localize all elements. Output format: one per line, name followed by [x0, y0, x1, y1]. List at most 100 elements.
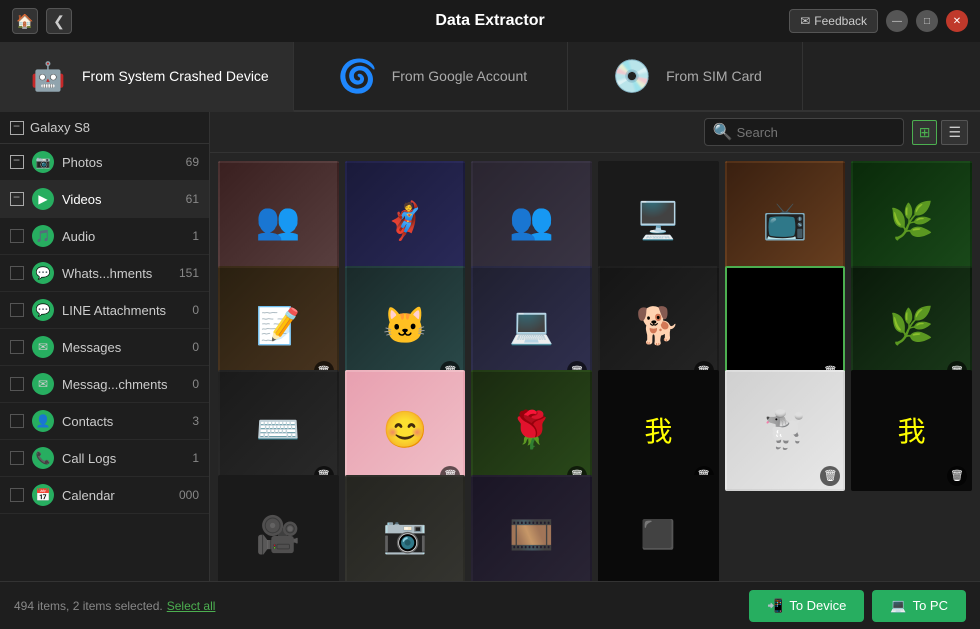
- whatsapp-label: Whats...hments: [62, 266, 171, 281]
- main-layout: Galaxy S8 📷 Photos 69 ▶ Videos 61 🎵 Audi…: [0, 112, 980, 581]
- tab-sim-card[interactable]: 💿 From SIM Card: [568, 42, 803, 110]
- grid-item[interactable]: 👥: [218, 161, 339, 282]
- messagechments-count: 0: [192, 377, 199, 391]
- line-checkbox[interactable]: [10, 303, 24, 317]
- grid-item[interactable]: 🦸: [345, 161, 466, 282]
- device-label: Galaxy S8: [30, 120, 90, 135]
- calendar-label: Calendar: [62, 488, 171, 503]
- tab-crashed-device[interactable]: 🤖 From System Crashed Device: [0, 42, 294, 112]
- action-buttons: 📲 To Device 💻 To PC: [749, 590, 966, 622]
- calllogs-checkbox[interactable]: [10, 451, 24, 465]
- grid-item[interactable]: 🐕 🗑: [598, 266, 719, 387]
- search-icon: 🔍: [713, 122, 733, 142]
- sidebar: Galaxy S8 📷 Photos 69 ▶ Videos 61 🎵 Audi…: [0, 112, 210, 581]
- grid-item[interactable]: 🐩 🗑: [725, 370, 846, 491]
- contacts-checkbox[interactable]: [10, 414, 24, 428]
- grid-item[interactable]: 😊 🗑: [345, 370, 466, 491]
- sidebar-item-messagechments[interactable]: ✉ Messag...chments 0: [0, 366, 209, 403]
- grid-item[interactable]: 🎞️: [471, 475, 592, 582]
- back-button[interactable]: ❮: [46, 8, 72, 34]
- grid-item-content: 🎞️: [473, 477, 590, 582]
- source-tabs: 🤖 From System Crashed Device 🌀 From Goog…: [0, 42, 980, 112]
- tab-google-account[interactable]: 🌀 From Google Account: [294, 42, 568, 110]
- sidebar-item-line[interactable]: 💬 LINE Attachments 0: [0, 292, 209, 329]
- calllogs-count: 1: [192, 451, 199, 465]
- sidebar-item-audio[interactable]: 🎵 Audio 1: [0, 218, 209, 255]
- to-device-label: To Device: [789, 598, 846, 613]
- close-button[interactable]: ✕: [946, 10, 968, 32]
- grid-item-content: 🎥: [220, 477, 337, 582]
- contacts-icon: 👤: [32, 410, 54, 432]
- messages-checkbox[interactable]: [10, 340, 24, 354]
- feedback-button[interactable]: ✉ Feedback: [789, 9, 878, 33]
- messagechments-checkbox[interactable]: [10, 377, 24, 391]
- home-button[interactable]: 🏠: [12, 8, 38, 34]
- content-area: 🔍 ⊞ ☰ 👥 🦸 👥 🖥️ 📺: [210, 112, 980, 581]
- delete-icon[interactable]: 🗑: [947, 466, 967, 486]
- grid-item-content: 📷: [347, 477, 464, 582]
- to-device-button[interactable]: 📲 To Device: [749, 590, 864, 622]
- grid-item[interactable]: 🌿 🗑: [851, 266, 972, 387]
- select-all-link[interactable]: Select all: [167, 599, 216, 613]
- grid-item[interactable]: 🎥: [218, 475, 339, 582]
- audio-checkbox[interactable]: [10, 229, 24, 243]
- grid-item[interactable]: 🌹 🗑: [471, 370, 592, 491]
- to-pc-icon: 💻: [890, 598, 906, 614]
- grid-item[interactable]: 📺: [725, 161, 846, 282]
- content-toolbar: 🔍 ⊞ ☰: [210, 112, 980, 153]
- sidebar-item-videos[interactable]: ▶ Videos 61: [0, 181, 209, 218]
- app-title: Data Extractor: [435, 12, 544, 30]
- grid-item[interactable]: ⌨️ 🗑: [218, 370, 339, 491]
- title-bar: 🏠 ❮ Data Extractor ✉ Feedback — □ ✕: [0, 0, 980, 42]
- photos-checkbox[interactable]: [10, 155, 24, 169]
- whatsapp-checkbox[interactable]: [10, 266, 24, 280]
- grid-item[interactable]: ⬛: [598, 475, 719, 582]
- grid-item[interactable]: 📷: [345, 475, 466, 582]
- search-box[interactable]: 🔍: [704, 118, 904, 146]
- videos-count: 61: [186, 192, 199, 206]
- device-header: Galaxy S8: [0, 112, 209, 144]
- grid-item-content: 👥: [473, 163, 590, 280]
- audio-label: Audio: [62, 229, 184, 244]
- photos-label: Photos: [62, 155, 178, 170]
- list-view-button[interactable]: ☰: [941, 120, 968, 145]
- sidebar-item-whatsapp[interactable]: 💬 Whats...hments 151: [0, 255, 209, 292]
- sidebar-item-photos[interactable]: 📷 Photos 69: [0, 144, 209, 181]
- sidebar-item-calendar[interactable]: 📅 Calendar 000: [0, 477, 209, 514]
- google-account-icon: 🌀: [334, 52, 382, 100]
- grid-item[interactable]: 🐱 🗑: [345, 266, 466, 387]
- title-bar-left: 🏠 ❮: [12, 8, 72, 34]
- grid-item[interactable]: 🌿: [851, 161, 972, 282]
- grid-item-content: 🌿: [853, 163, 970, 280]
- grid-item[interactable]: 💻 🗑: [471, 266, 592, 387]
- grid-view-button[interactable]: ⊞: [912, 120, 938, 145]
- maximize-button[interactable]: □: [916, 10, 938, 32]
- messagechments-label: Messag...chments: [62, 377, 184, 392]
- sidebar-item-messages[interactable]: ✉ Messages 0: [0, 329, 209, 366]
- line-count: 0: [192, 303, 199, 317]
- grid-item[interactable]: 我 🗑: [851, 370, 972, 491]
- grid-item[interactable]: 🖥️: [598, 161, 719, 282]
- title-bar-right: ✉ Feedback — □ ✕: [789, 9, 968, 33]
- status-text: 494 items, 2 items selected.: [14, 599, 163, 613]
- grid-item[interactable]: 📝 🗑: [218, 266, 339, 387]
- device-checkbox[interactable]: [10, 121, 24, 135]
- videos-checkbox[interactable]: [10, 192, 24, 206]
- grid-item-content: 👥: [220, 163, 337, 280]
- videos-icon: ▶: [32, 188, 54, 210]
- search-input[interactable]: [737, 125, 895, 140]
- delete-icon[interactable]: 🗑: [820, 466, 840, 486]
- sidebar-item-calllogs[interactable]: 📞 Call Logs 1: [0, 440, 209, 477]
- to-pc-button[interactable]: 💻 To PC: [872, 590, 966, 622]
- messages-count: 0: [192, 340, 199, 354]
- calendar-checkbox[interactable]: [10, 488, 24, 502]
- sidebar-item-contacts[interactable]: 👤 Contacts 3: [0, 403, 209, 440]
- audio-count: 1: [192, 229, 199, 243]
- grid-item-selected[interactable]: 🗑: [725, 266, 846, 387]
- grid-item[interactable]: 我 🗑: [598, 370, 719, 491]
- to-pc-label: To PC: [913, 598, 948, 613]
- grid-item[interactable]: 👥: [471, 161, 592, 282]
- calllogs-label: Call Logs: [62, 451, 184, 466]
- minimize-button[interactable]: —: [886, 10, 908, 32]
- to-device-icon: 📲: [767, 598, 783, 614]
